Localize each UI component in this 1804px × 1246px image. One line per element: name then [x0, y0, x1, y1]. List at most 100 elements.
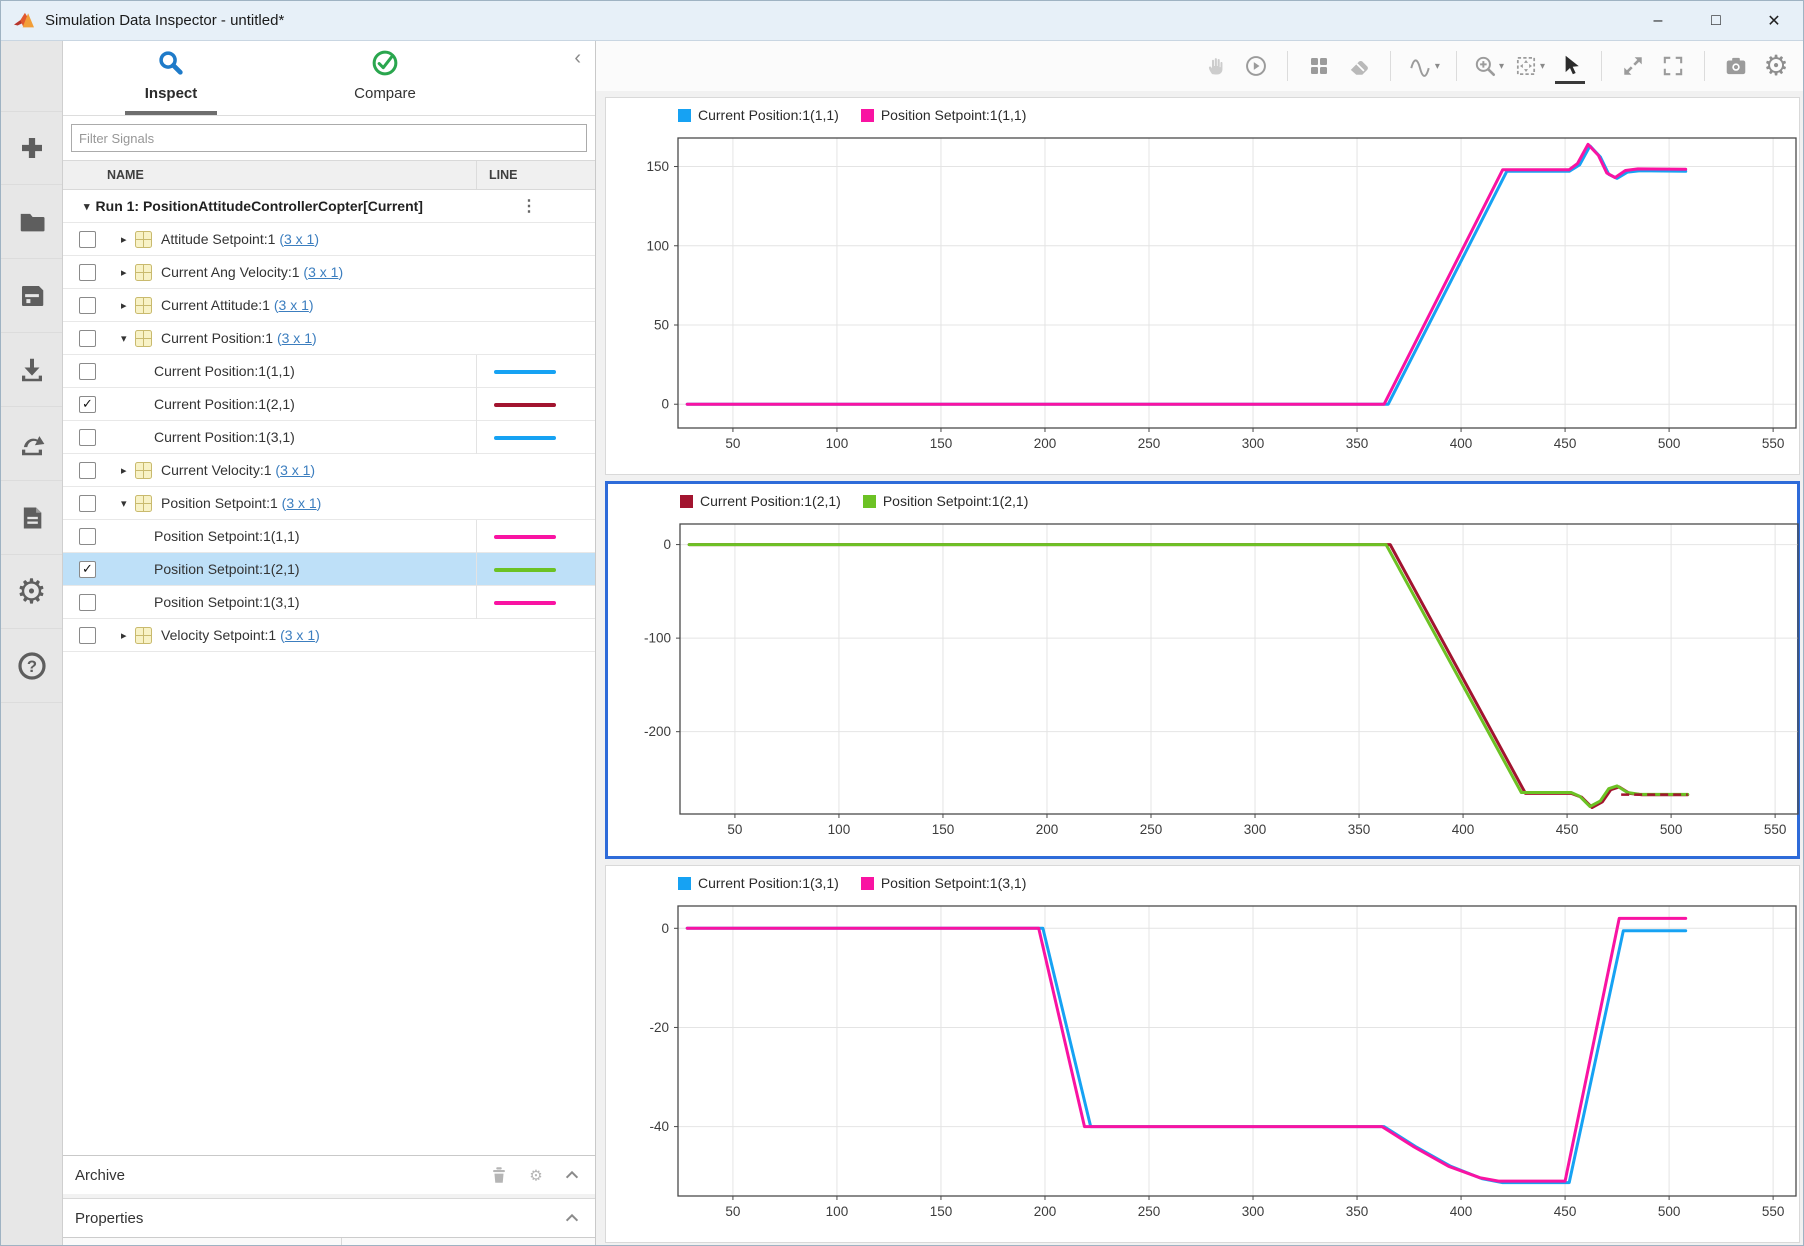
subplots-layout-button[interactable] [1304, 48, 1334, 84]
charts-area: 5010015020025030035040045050055005010015… [596, 91, 1803, 1245]
dimensions-link-text[interactable]: 3 x 1 [284, 231, 314, 247]
caret-down-icon[interactable]: ▾ [84, 200, 90, 213]
minimize-button[interactable]: – [1629, 1, 1687, 40]
import-button[interactable] [1, 333, 62, 407]
replay-button[interactable] [1241, 48, 1271, 84]
trash-icon[interactable] [489, 1165, 509, 1185]
signal-group-row[interactable]: ▸Current Velocity:1 (3 x 1) [63, 454, 595, 487]
tab-compare[interactable]: Compare [330, 49, 440, 102]
svg-text:250: 250 [1138, 1204, 1161, 1219]
signal-checkbox[interactable]: ✓ [79, 561, 96, 578]
signal-label: Current Position:1(3,1) [154, 429, 295, 445]
signal-label: Position Setpoint:1(2,1) [154, 561, 300, 577]
signal-row[interactable]: Current Position:1(1,1) [63, 355, 595, 388]
signal-checkbox[interactable] [79, 528, 96, 545]
zoom-button[interactable]: ▾ [1473, 48, 1504, 84]
signal-checkbox[interactable] [79, 495, 96, 512]
signal-group-row[interactable]: ▸Velocity Setpoint:1 (3 x 1) [63, 619, 595, 652]
signal-checkbox[interactable] [79, 297, 96, 314]
signal-row[interactable]: Current Position:1(3,1) [63, 421, 595, 454]
svg-text:0: 0 [661, 397, 669, 412]
caret-right-icon[interactable]: ▸ [121, 299, 127, 312]
caret-right-icon[interactable]: ▸ [121, 233, 127, 246]
report-button[interactable] [1, 481, 62, 555]
signal-checkbox[interactable] [79, 429, 96, 446]
line-style-swatch[interactable] [494, 436, 556, 440]
save-button[interactable] [1, 259, 62, 333]
signal-group-row[interactable]: ▸Current Attitude:1 (3 x 1) [63, 289, 595, 322]
tab-inspect[interactable]: Inspect [116, 49, 226, 102]
properties-table-sliver [63, 1237, 595, 1245]
filter-signals-input[interactable] [71, 124, 587, 152]
run-label: Run 1: PositionAttitudeControllerCopter[… [96, 198, 423, 214]
dimensions-link-text[interactable]: 3 x 1 [279, 297, 309, 313]
chart-card-subplot-1[interactable]: 5010015020025030035040045050055005010015… [605, 97, 1800, 475]
close-button[interactable]: ✕ [1745, 1, 1803, 40]
plot-settings-button[interactable]: ⚙ [1761, 48, 1791, 84]
signal-checkbox[interactable] [79, 462, 96, 479]
caret-down-icon[interactable]: ▾ [121, 332, 127, 345]
signal-checkbox[interactable] [79, 231, 96, 248]
maximize-button[interactable]: □ [1687, 1, 1745, 40]
export-button[interactable] [1, 407, 62, 481]
run-row[interactable]: ▾ Run 1: PositionAttitudeControllerCopter… [63, 190, 595, 223]
snapshot-button[interactable] [1721, 48, 1751, 84]
signal-checkbox[interactable] [79, 363, 96, 380]
dimensions-link-text[interactable]: 3 x 1 [285, 627, 315, 643]
signal-checkbox[interactable] [79, 594, 96, 611]
pan-button[interactable] [1201, 48, 1231, 84]
properties-bar[interactable]: Properties [63, 1198, 595, 1237]
dimensions-link-text[interactable]: 3 x 1 [280, 462, 310, 478]
dimensions-link-text[interactable]: 3 x 1 [282, 330, 312, 346]
caret-right-icon[interactable]: ▸ [121, 266, 127, 279]
toolbar-separator [1390, 51, 1391, 81]
line-style-swatch[interactable] [494, 370, 556, 374]
caret-down-icon[interactable]: ▾ [121, 497, 127, 510]
plot-box-border [678, 906, 1796, 1196]
line-column-cell [476, 421, 595, 454]
archive-settings-gear-icon[interactable]: ⚙ [527, 1166, 545, 1184]
grid-lines [678, 906, 1796, 1196]
clear-plots-button[interactable] [1344, 48, 1374, 84]
collapse-archive-chevron-icon[interactable] [563, 1166, 581, 1184]
signal-checkbox[interactable] [79, 264, 96, 281]
signal-group-row[interactable]: ▸Current Ang Velocity:1 (3 x 1) [63, 256, 595, 289]
signal-row[interactable]: ✓Current Position:1(2,1) [63, 388, 595, 421]
fullscreen-button[interactable] [1658, 48, 1688, 84]
plot-toolbar: ▾ ▾ [596, 41, 1803, 91]
line-style-swatch[interactable] [494, 535, 556, 539]
signal-group-row[interactable]: ▾Position Setpoint:1 (3 x 1) [63, 487, 595, 520]
help-button[interactable]: ? [1, 629, 62, 703]
chart-card-subplot-3[interactable]: 501001502002503003504004505005500-20-40C… [605, 865, 1800, 1243]
line-style-swatch[interactable] [494, 568, 556, 572]
dimensions-link-text[interactable]: 3 x 1 [308, 264, 338, 280]
signal-options-button[interactable]: ▾ [1407, 48, 1440, 84]
archive-bar[interactable]: Archive ⚙ [63, 1155, 595, 1194]
settings-button[interactable]: ⚙ [1, 555, 62, 629]
signal-row[interactable]: Position Setpoint:1(3,1) [63, 586, 595, 619]
collapse-panel-chevron-icon[interactable]: ‹ [574, 47, 581, 70]
chart-card-subplot-2[interactable]: 501001502002503003504004505005500-100-20… [605, 481, 1800, 859]
line-column-cell [476, 553, 595, 586]
signal-group-row[interactable]: ▾Current Position:1 (3 x 1) [63, 322, 595, 355]
expand-button[interactable] [1618, 48, 1648, 84]
new-button[interactable] [1, 111, 62, 185]
plot-settings-gear-icon: ⚙ [1763, 52, 1788, 80]
signal-row[interactable]: ✓ Position Setpoint:1(2,1) [63, 553, 595, 586]
line-style-swatch[interactable] [494, 601, 556, 605]
signal-checkbox[interactable] [79, 627, 96, 644]
fit-to-view-button[interactable]: ▾ [1514, 48, 1545, 84]
select-cursor-button[interactable] [1555, 48, 1585, 84]
signal-group-row[interactable]: ▸Attitude Setpoint:1 (3 x 1) [63, 223, 595, 256]
kebab-menu-icon[interactable]: ⋮ [521, 196, 537, 216]
caret-right-icon[interactable]: ▸ [121, 464, 127, 477]
signal-checkbox[interactable] [79, 330, 96, 347]
signal-checkbox[interactable]: ✓ [79, 396, 96, 413]
collapse-properties-chevron-icon[interactable] [563, 1209, 581, 1227]
open-button[interactable] [1, 185, 62, 259]
line-style-swatch[interactable] [494, 403, 556, 407]
dimensions-link-text[interactable]: 3 x 1 [286, 495, 316, 511]
signal-row[interactable]: Position Setpoint:1(1,1) [63, 520, 595, 553]
caret-right-icon[interactable]: ▸ [121, 629, 127, 642]
line-column-cell [476, 586, 595, 619]
